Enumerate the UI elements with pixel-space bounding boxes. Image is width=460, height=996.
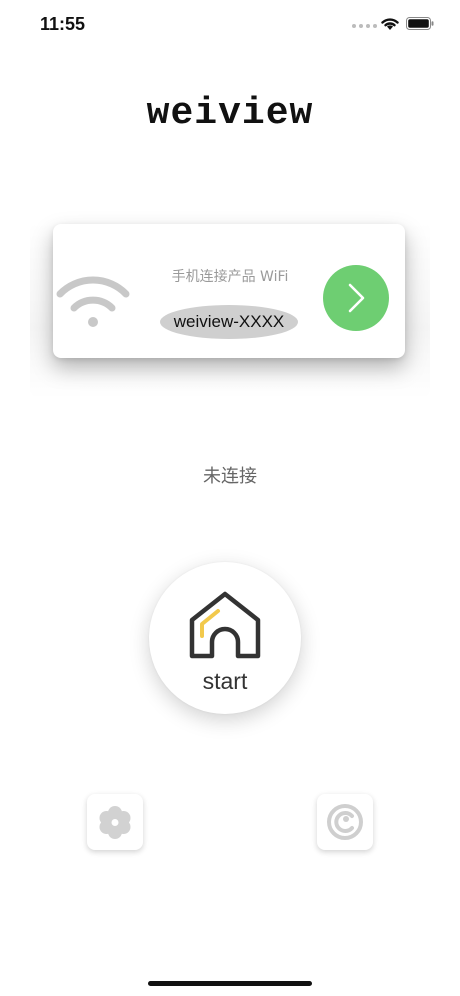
home-indicator[interactable]	[148, 981, 312, 986]
status-time: 11:55	[40, 14, 86, 34]
settings-button[interactable]	[87, 794, 143, 850]
start-label: start	[202, 668, 248, 694]
about-button[interactable]	[317, 794, 373, 850]
wifi-ssid-label: weiview-XXXX	[160, 305, 298, 339]
brand-title: weiview	[146, 92, 314, 135]
flower-gear-icon	[99, 806, 131, 839]
chevron-right-icon	[348, 283, 365, 313]
connect-wifi-button[interactable]	[323, 265, 389, 331]
battery-icon	[406, 17, 434, 30]
home-icon	[189, 591, 261, 659]
status-bar: 11:55	[0, 0, 460, 48]
connection-status: 未连接	[203, 466, 257, 487]
wifi-connect-prompt: 手机连接产品 WiFi	[171, 269, 289, 285]
wifi-status-icon	[381, 18, 399, 30]
start-button[interactable]: start	[149, 562, 301, 714]
cellular-signal-icon	[352, 24, 377, 28]
copyright-icon	[327, 804, 363, 840]
wifi-icon	[56, 276, 130, 327]
